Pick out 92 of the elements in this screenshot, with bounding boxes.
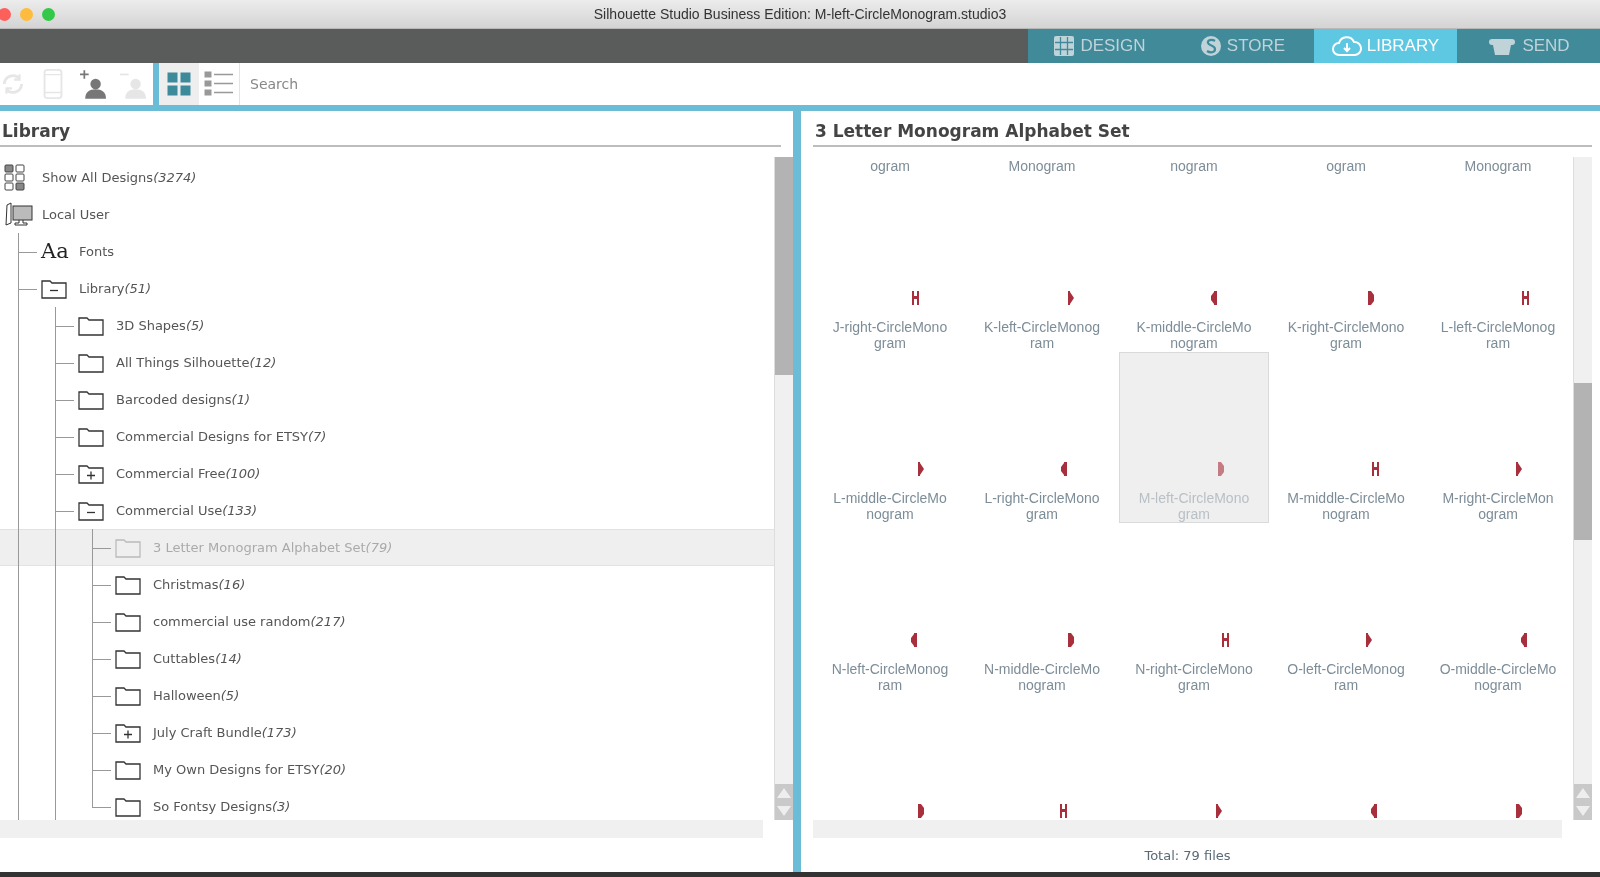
design-tile[interactable]: L-middle-CircleMonogram	[815, 352, 965, 523]
design-tile[interactable]: K-middle-CircleMonogram	[1119, 181, 1269, 352]
tree-item[interactable]: Library(51)	[0, 270, 774, 307]
folder-icon	[115, 648, 141, 669]
nav-tab[interactable]: LIBRARY	[1314, 29, 1457, 63]
tree-item[interactable]: Commercial Use(133)	[0, 492, 774, 529]
tree-item[interactable]: Local User	[0, 196, 774, 233]
design-tile[interactable]: N-right-CircleMonogram	[1119, 523, 1269, 694]
tree-item[interactable]: 3 Letter Monogram Alphabet Set(79)	[0, 529, 774, 566]
tree-item[interactable]: Halloween(5)	[0, 677, 774, 714]
panel-title: Library	[0, 111, 781, 147]
folder-icon	[115, 685, 141, 706]
scrollbar[interactable]	[1573, 157, 1592, 820]
horizontal-scrollbar[interactable]	[0, 820, 763, 838]
tree-item[interactable]: Aa Fonts	[0, 233, 774, 270]
design-tile[interactable]: Monogram	[967, 157, 1117, 181]
design-thumbnail	[1215, 461, 1225, 477]
design-tile[interactable]: O-middle-CircleMonogram	[1423, 523, 1573, 694]
design-thumbnail	[1065, 632, 1075, 648]
design-thumbnail	[1364, 632, 1374, 648]
design-thumbnail	[910, 632, 919, 648]
tree-item[interactable]: All Things Silhouette(12)	[0, 344, 774, 381]
cloud-download-icon	[1331, 35, 1362, 57]
total-count: Total: 79 files	[1143, 846, 1232, 865]
design-thumbnail	[1370, 803, 1379, 819]
fonts-icon: Aa	[41, 241, 69, 262]
design-thumbnail	[1060, 461, 1069, 477]
design-tile[interactable]: ogram	[1271, 157, 1421, 181]
design-tile[interactable]: K-right-CircleMonogram	[1271, 181, 1421, 352]
minimize-button[interactable]	[20, 7, 33, 21]
design-thumbnail	[1221, 632, 1230, 648]
design-tile[interactable]: K-left-CircleMonogram	[967, 181, 1117, 352]
add-user-icon[interactable]	[80, 68, 106, 100]
design-thumbnail	[911, 290, 920, 306]
tree-item[interactable]: Commercial Free(100)	[0, 455, 774, 492]
zoom-button[interactable]	[42, 7, 55, 21]
design-thumbnail	[1214, 803, 1224, 819]
folder-icon	[41, 278, 67, 299]
design-thumbnail	[1514, 461, 1524, 477]
list-icon	[204, 71, 234, 97]
store-logo-icon	[1199, 35, 1222, 57]
design-tile[interactable]: M-middle-CircleMonogram	[1271, 352, 1421, 523]
design-thumbnail	[1059, 803, 1068, 819]
close-button[interactable]	[0, 7, 11, 21]
grid-icon	[167, 72, 191, 96]
folder-icon	[78, 426, 104, 447]
folder-icon	[78, 389, 104, 410]
tree-item[interactable]: 3D Shapes(5)	[0, 307, 774, 344]
grid-icon	[4, 163, 26, 192]
design-tile[interactable]: M-right-CircleMonogram	[1423, 352, 1573, 523]
design-tile[interactable]: ogram	[815, 157, 965, 181]
folder-icon	[115, 574, 141, 595]
design-tile[interactable]: Monogram	[1423, 157, 1573, 181]
design-thumbnail	[1365, 290, 1375, 306]
design-tile[interactable]: O-left-CircleMonogram	[1271, 523, 1421, 694]
design-tile[interactable]: J-right-CircleMonogram	[815, 181, 965, 352]
design-thumbnail	[1521, 290, 1530, 306]
tree-item[interactable]: My Own Designs for ETSY(20)	[0, 751, 774, 788]
design-thumbnail	[1066, 290, 1076, 306]
folder-icon	[115, 537, 141, 558]
tree-item[interactable]: commercial use random(217)	[0, 603, 774, 640]
design-tile[interactable]: L-right-CircleMonogram	[967, 352, 1117, 523]
tree-item[interactable]: Commercial Designs for ETSY(7)	[0, 418, 774, 455]
folder-icon	[115, 611, 141, 632]
folder-icon	[78, 352, 104, 373]
scrollbar[interactable]	[774, 157, 793, 820]
folder-icon	[78, 315, 104, 336]
window-title: Silhouette Studio Business Edition: M-left-CircleMonogram.studio3	[593, 6, 1007, 22]
tree-item[interactable]: Christmas(16)	[0, 566, 774, 603]
design-thumbnail	[1371, 461, 1380, 477]
folder-icon	[78, 463, 104, 484]
design-thumbnail	[916, 461, 926, 477]
folder-icon	[115, 759, 141, 780]
tree-item[interactable]: Show All Designs(3274)	[0, 159, 774, 196]
design-tile[interactable]: N-middle-CircleMonogram	[967, 523, 1117, 694]
folder-icon	[115, 722, 141, 743]
design-thumbnail	[915, 803, 925, 819]
panel-title: 3 Letter Monogram Alphabet Set	[813, 111, 1592, 147]
folder-icon	[78, 500, 104, 521]
design-tile[interactable]: nogram	[1119, 157, 1269, 181]
design-thumbnail	[1210, 290, 1219, 306]
folder-icon	[115, 796, 141, 817]
design-thumbnail	[1513, 803, 1523, 819]
grid-icon	[1053, 35, 1076, 57]
grid-view-button[interactable]	[159, 63, 199, 105]
computer-icon	[4, 201, 34, 228]
tree-item[interactable]: Barcoded designs(1)	[0, 381, 774, 418]
tree-item[interactable]: July Craft Bundle(173)	[0, 714, 774, 751]
design-thumbnail	[1520, 632, 1529, 648]
design-tile[interactable]: L-left-CircleMonogram	[1423, 181, 1573, 352]
tree-item[interactable]: Cuttables(14)	[0, 640, 774, 677]
design-tile[interactable]: N-left-CircleMonogram	[815, 523, 965, 694]
